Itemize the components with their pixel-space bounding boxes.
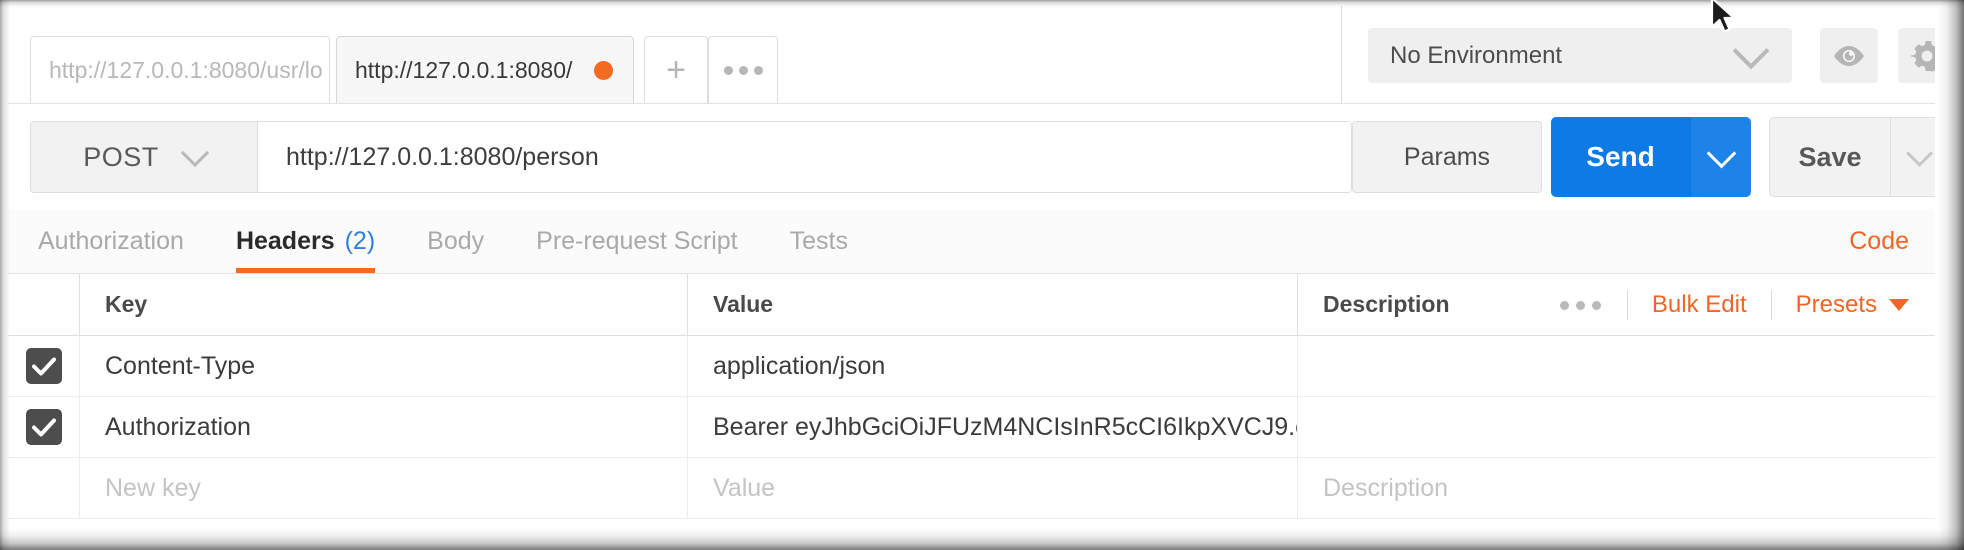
chevron-down-icon: [1706, 138, 1736, 168]
tab-authorization[interactable]: Authorization: [38, 209, 184, 273]
request-section-tabs: Authorization Headers (2) Body Pre-reque…: [8, 209, 1935, 274]
table-row[interactable]: Authorization Bearer eyJhbGciOiJFUzM4NCI…: [8, 397, 1935, 458]
request-url-input[interactable]: http://127.0.0.1:8080/person: [258, 122, 1351, 192]
top-bar: http://127.0.0.1:8080/usr/lo http://127.…: [8, 6, 1935, 104]
presets-dropdown[interactable]: Presets: [1772, 290, 1935, 320]
send-button[interactable]: Send: [1551, 117, 1690, 197]
presets-label: Presets: [1795, 291, 1877, 318]
table-row[interactable]: Content-Type application/json: [8, 336, 1935, 397]
send-options-button[interactable]: [1690, 117, 1751, 197]
eye-icon: [1834, 45, 1864, 66]
environment-quick-look-button[interactable]: [1820, 28, 1878, 83]
environment-select[interactable]: No Environment: [1368, 28, 1792, 83]
app-window: http://127.0.0.1:8080/usr/lo http://127.…: [8, 6, 1935, 534]
request-tab-inactive[interactable]: http://127.0.0.1:8080/usr/lo: [30, 36, 330, 103]
settings-button[interactable]: [1898, 28, 1935, 83]
http-method-select[interactable]: POST: [31, 122, 258, 192]
save-button[interactable]: Save: [1770, 118, 1890, 196]
bulk-edit-link[interactable]: Bulk Edit: [1628, 290, 1772, 320]
method-url-group: POST http://127.0.0.1:8080/person: [30, 121, 1352, 193]
environment-selected-label: No Environment: [1390, 41, 1563, 69]
request-tab-label: http://127.0.0.1:8080/usr/lo: [49, 56, 323, 83]
new-tab-button[interactable]: +: [644, 36, 708, 103]
row-value[interactable]: application/json: [688, 336, 1298, 396]
column-header-key: Key: [80, 274, 688, 335]
tab-pre-request-script[interactable]: Pre-request Script: [536, 209, 737, 273]
row-enabled-checkbox[interactable]: [25, 348, 62, 384]
row-key[interactable]: Authorization: [80, 397, 688, 457]
table-more-options-button[interactable]: [1534, 290, 1628, 320]
tab-body[interactable]: Body: [427, 209, 484, 273]
headers-table: Key Value Description Bulk Edit Presets: [8, 274, 1935, 519]
row-checkbox-cell: [8, 397, 80, 457]
new-row-checkbox-cell: [8, 458, 80, 518]
row-enabled-checkbox[interactable]: [25, 409, 62, 445]
active-tab-underline: [235, 268, 376, 273]
caret-down-icon: [1889, 299, 1909, 311]
tab-label: Tests: [789, 226, 848, 255]
tab-headers-count: (2): [344, 226, 376, 255]
new-description-input[interactable]: Description: [1298, 458, 1935, 518]
ellipsis-icon: [723, 65, 763, 75]
environment-area: No Environment: [1343, 6, 1935, 103]
postman-window: http://127.0.0.1:8080/usr/lo http://127.…: [0, 0, 1964, 550]
gear-icon: [1911, 40, 1935, 72]
plus-icon: +: [666, 51, 686, 89]
tab-label: Pre-request Script: [536, 226, 738, 255]
chevron-down-icon: [1732, 32, 1770, 69]
params-button[interactable]: Params: [1352, 121, 1542, 193]
column-header-value: Value: [688, 274, 1298, 335]
tab-label: Headers: [235, 226, 335, 255]
save-button-group: Save: [1769, 117, 1935, 197]
new-value-input[interactable]: Value: [688, 458, 1298, 518]
send-button-group: Send: [1551, 117, 1751, 197]
request-tab-active[interactable]: http://127.0.0.1:8080/: [336, 36, 634, 103]
row-value[interactable]: Bearer eyJhbGciOiJFUzM4NCIsInR5cCI6IkpXV…: [688, 397, 1298, 457]
request-tab-label: http://127.0.0.1:8080/: [355, 56, 573, 83]
http-method-label: POST: [83, 141, 159, 172]
tab-label: Body: [427, 226, 485, 255]
row-description[interactable]: [1298, 397, 1935, 457]
chevron-down-icon: [1906, 139, 1933, 167]
unsaved-dot-icon: [594, 60, 613, 80]
code-link[interactable]: Code: [1849, 209, 1909, 273]
chevron-down-icon: [180, 138, 209, 168]
request-tab-strip: http://127.0.0.1:8080/usr/lo http://127.…: [8, 6, 1342, 103]
row-checkbox-cell: [8, 336, 80, 396]
table-header-actions: Bulk Edit Presets: [1534, 274, 1935, 336]
tab-options-button[interactable]: [708, 36, 778, 103]
table-new-row[interactable]: New key Value Description: [8, 458, 1935, 519]
tab-label: Authorization: [38, 226, 184, 255]
new-key-input[interactable]: New key: [80, 458, 688, 518]
tab-headers[interactable]: Headers (2): [235, 209, 376, 273]
request-url-bar: POST http://127.0.0.1:8080/person Params…: [8, 104, 1935, 209]
window-shadow-right: [1938, 0, 1964, 550]
header-cell-checkbox: [8, 274, 80, 335]
row-key[interactable]: Content-Type: [80, 336, 688, 396]
tab-tests[interactable]: Tests: [790, 209, 848, 273]
table-header-row: Key Value Description Bulk Edit Presets: [8, 274, 1935, 336]
row-description[interactable]: [1298, 336, 1935, 396]
save-options-button[interactable]: [1890, 118, 1935, 196]
